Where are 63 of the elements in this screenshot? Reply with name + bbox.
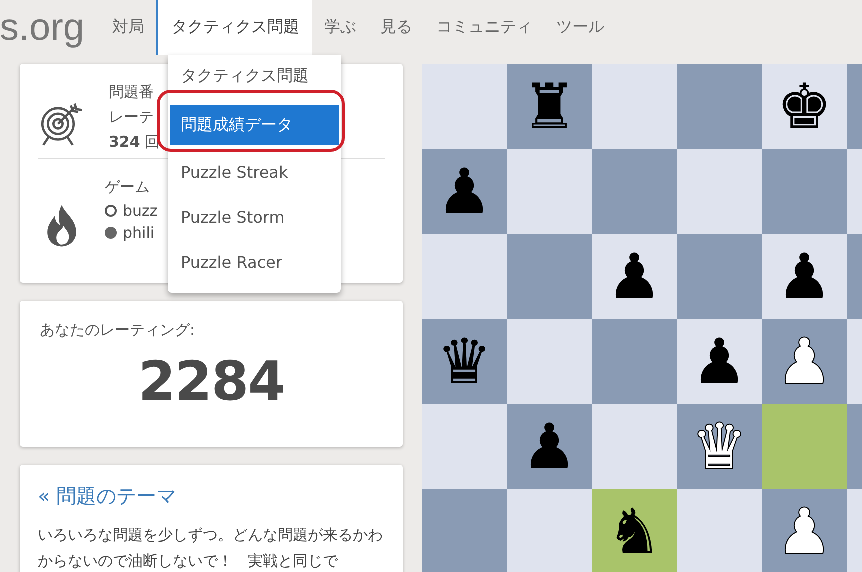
board-square[interactable] xyxy=(677,149,762,234)
nav-tab[interactable]: 対局 xyxy=(100,0,156,55)
board-square[interactable] xyxy=(592,64,677,149)
chess-piece[interactable]: ♜ xyxy=(522,76,578,138)
menu-item[interactable]: Puzzle Streak xyxy=(168,150,341,195)
board-square[interactable] xyxy=(847,404,862,489)
site-logo[interactable]: s.org xyxy=(0,8,84,46)
board-square[interactable] xyxy=(422,489,507,572)
board-square[interactable]: ♟ xyxy=(677,319,762,404)
board-square[interactable]: ♟ xyxy=(592,234,677,319)
board-square[interactable] xyxy=(847,149,862,234)
chess-piece[interactable]: ♟ xyxy=(606,246,662,308)
game-title: ゲーム xyxy=(105,177,151,198)
chess-piece[interactable]: ♚ xyxy=(776,76,832,138)
nav-tab[interactable]: ツール xyxy=(544,0,616,55)
menu-item[interactable]: タクティクス問題 xyxy=(168,59,341,93)
nav-tab[interactable]: コミュニティ xyxy=(424,0,544,55)
menu-item[interactable]: Puzzle Racer xyxy=(168,240,341,285)
theme-description: いろいろな問題を少しずつ。どんな問題が来るかわからないので油断しないで！ 実戦と同じで xyxy=(38,525,384,572)
board-square[interactable] xyxy=(422,404,507,489)
board-square[interactable]: ♟ xyxy=(422,149,507,234)
chess-piece[interactable]: ♞ xyxy=(606,500,662,562)
board-square[interactable] xyxy=(592,319,677,404)
board-square[interactable] xyxy=(507,149,592,234)
board-square[interactable] xyxy=(592,149,677,234)
chess-piece[interactable]: ♟ xyxy=(436,160,492,222)
board-square[interactable]: ♛ xyxy=(422,319,507,404)
player-name[interactable]: phili xyxy=(123,222,155,244)
board-square[interactable] xyxy=(677,234,762,319)
nav-tab[interactable]: 見る xyxy=(368,0,424,55)
menu-item[interactable]: Puzzle Storm xyxy=(168,195,341,240)
nav-tab[interactable]: タクティクス問題 xyxy=(156,0,312,55)
board-square[interactable]: ♞ xyxy=(592,489,677,572)
nav-tab[interactable]: 学ぶ xyxy=(312,0,368,55)
board-square[interactable] xyxy=(677,64,762,149)
board-square[interactable] xyxy=(762,404,847,489)
rating-label: あなたのレーティング: xyxy=(40,321,196,340)
board-square[interactable]: ♚ xyxy=(762,64,847,149)
chess-piece[interactable]: ♟ xyxy=(692,330,748,392)
board-square[interactable] xyxy=(847,319,862,404)
theme-link[interactable]: « 問題のテーマ xyxy=(38,483,385,510)
puzzle-info-text: レーテ xyxy=(109,107,155,128)
board-square[interactable]: ♟ xyxy=(762,234,847,319)
board-square[interactable] xyxy=(507,234,592,319)
board-square[interactable] xyxy=(507,489,592,572)
menu-item[interactable]: 問題成績データ xyxy=(170,105,339,145)
puzzle-info-text: 問題番 xyxy=(109,82,155,103)
board-square[interactable] xyxy=(847,64,862,149)
board-square[interactable] xyxy=(507,319,592,404)
board-square[interactable] xyxy=(592,404,677,489)
board-square[interactable] xyxy=(762,149,847,234)
board-square[interactable] xyxy=(847,489,862,572)
board-square[interactable] xyxy=(677,489,762,572)
player-name[interactable]: buzz xyxy=(123,200,158,222)
rating-value: 2284 xyxy=(137,350,286,413)
board-square[interactable]: ♜ xyxy=(507,64,592,149)
chess-piece[interactable]: ♛ xyxy=(436,330,492,392)
board-square[interactable]: ♟ xyxy=(507,404,592,489)
board-square[interactable] xyxy=(422,234,507,319)
board-square[interactable] xyxy=(847,234,862,319)
board-square[interactable] xyxy=(422,64,507,149)
chess-piece[interactable]: ♟ xyxy=(776,246,832,308)
chess-piece[interactable]: ♟ xyxy=(522,416,578,478)
